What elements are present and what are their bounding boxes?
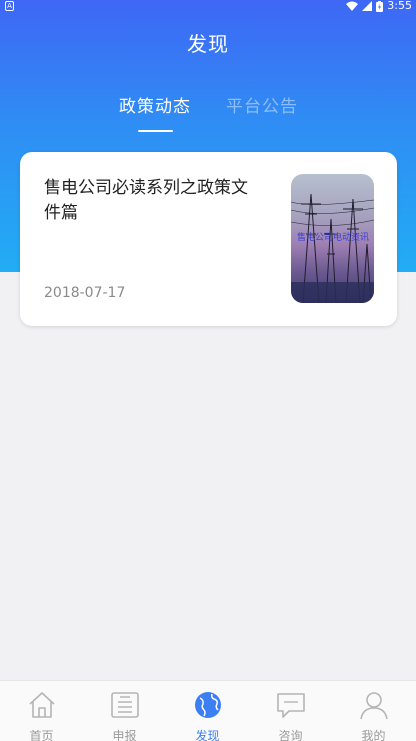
nav-profile-label: 我的	[361, 729, 386, 741]
notification-icon: A	[5, 1, 14, 11]
chat-icon	[277, 693, 305, 718]
nav-declare-label: 申报	[112, 729, 137, 741]
globe-icon	[195, 692, 221, 718]
bottom-navigation: 首页 申报 发现 咨询 我的	[0, 680, 416, 741]
tab-platform-announcements[interactable]: 平台公告	[226, 92, 298, 117]
power-tower-image: 售电公司电动资讯	[291, 193, 374, 303]
nav-consult-label: 咨询	[278, 729, 303, 741]
tab-bar: 政策动态 平台公告	[0, 92, 416, 138]
article-thumbnail: 售电公司电动资讯	[291, 174, 374, 303]
tab-active-indicator	[138, 130, 173, 132]
article-card[interactable]: 售电公司必读系列之政策文件篇 2018-07-17 售电公司电动资讯	[20, 152, 397, 326]
thumbnail-caption: 售电公司电动资讯	[297, 231, 369, 243]
article-date: 2018-07-17	[44, 285, 126, 301]
user-icon	[360, 692, 388, 720]
status-bar: A 3:55	[0, 0, 416, 14]
page-title: 发现	[187, 32, 229, 56]
home-icon	[29, 692, 55, 718]
tab-policy-news[interactable]: 政策动态	[119, 92, 191, 117]
nav-home[interactable]: 首页	[0, 681, 83, 741]
article-title: 售电公司必读系列之政策文件篇	[44, 178, 248, 223]
nav-home-label: 首页	[29, 729, 54, 741]
nav-declare[interactable]: 申报	[83, 681, 166, 741]
signal-icon	[362, 1, 373, 11]
nav-discover-label: 发现	[195, 729, 220, 741]
status-icons: 3:55	[346, 0, 412, 12]
battery-icon	[376, 0, 384, 12]
nav-profile[interactable]: 我的	[332, 681, 415, 741]
nav-discover[interactable]: 发现	[166, 681, 249, 741]
nav-consult[interactable]: 咨询	[249, 681, 332, 741]
status-time: 3:55	[387, 0, 412, 12]
declare-icon	[111, 692, 139, 718]
wifi-icon	[346, 1, 359, 11]
